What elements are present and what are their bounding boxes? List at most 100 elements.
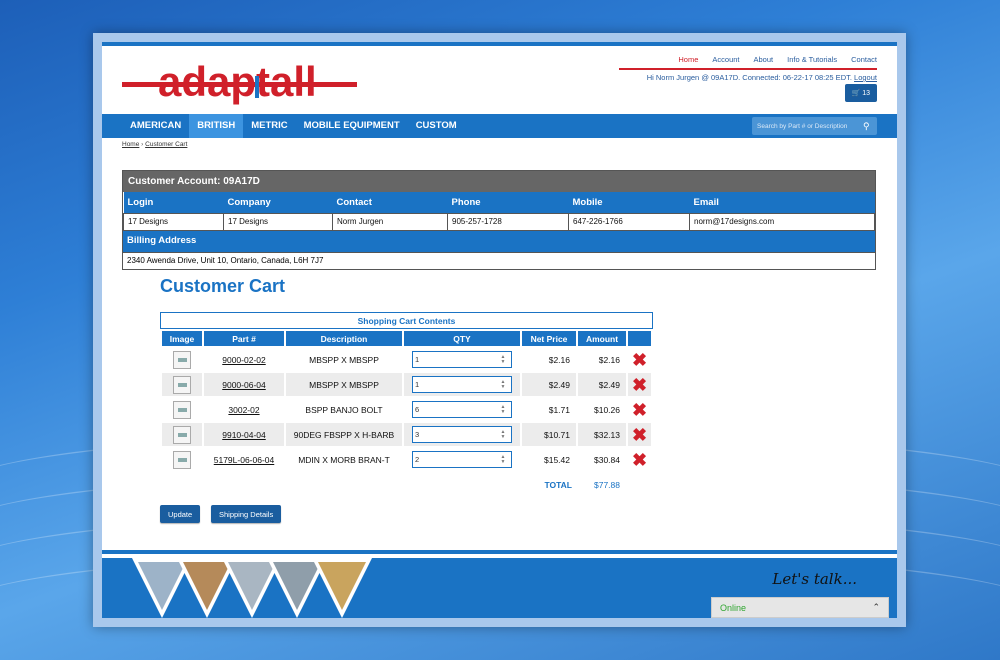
cart-button[interactable]: 🛒 13 [844,84,877,102]
part-thumbnail[interactable] [173,425,191,444]
part-description: MBSPP X MBSPP [286,373,402,396]
part-number-link[interactable]: 9910-04-04 [204,423,284,446]
cart-header-image: Image [162,331,202,346]
part-number-link[interactable]: 5179L-06-06-04 [204,448,284,471]
account-table: Login Company Contact Phone Mobile Email… [123,192,875,231]
nav-custom[interactable]: CUSTOM [408,114,465,138]
cart-table-wrapper: Shopping Cart Contents Image Part # Desc… [160,312,653,498]
spinner-arrows-icon[interactable]: ▲ ▼ [499,379,507,390]
account-header-company: Company [223,192,333,213]
chat-widget[interactable]: Online ⌃ [711,597,889,618]
search-icon[interactable]: ⚲ [863,121,870,132]
browser-frame: adaptall Home Account About Info & Tutor… [93,33,906,627]
cart-header-qty: QTY [404,331,520,346]
user-status-text: Hi Norm Jurgen @ 09A17D. Connected: 06-2… [646,73,852,82]
shipping-details-button[interactable]: Shipping Details [211,505,282,523]
amount: $30.84 [594,454,620,465]
update-button[interactable]: Update [160,505,201,523]
net-price: $15.42 [544,454,570,465]
footer-divider [102,550,897,554]
net-price: $2.16 [548,354,570,365]
breadcrumb-home[interactable]: Home [122,141,139,148]
part-description: BSPP BANJO BOLT [305,404,383,415]
account-company: 17 Designs [223,212,333,231]
table-row: 9910-04-04 90DEG FBSPP X H-BARB ▲▼ $10.7… [162,423,651,446]
total-label: TOTAL [544,479,572,490]
search-box: ⚲ [752,117,877,135]
nav-british[interactable]: BRITISH [189,114,244,138]
remove-item-icon[interactable]: ✖ [632,376,647,394]
svg-text:adaptall: adaptall [158,58,317,105]
adaptall-logo[interactable]: adaptall [122,56,357,112]
billing-address-value: 2340 Awenda Drive, Unit 10, Ontario, Can… [123,251,875,269]
chevron-up-icon[interactable]: ⌃ [872,602,880,613]
spinner-arrows-icon[interactable]: ▲ ▼ [499,354,507,365]
cart-header-part: Part # [204,331,284,346]
account-header-mobile: Mobile [568,192,690,213]
remove-item-icon[interactable]: ✖ [632,451,647,469]
spinner-arrows-icon[interactable]: ▲ ▼ [499,454,507,465]
top-links: Home Account About Info & Tutorials Cont… [678,55,877,64]
account-title: Customer Account: 09A17D [123,171,875,192]
page-title: Customer Cart [160,276,286,296]
net-price: $2.49 [522,373,576,396]
cart-count: 13 [862,90,870,97]
cart-header-remove [628,331,651,346]
chat-status: Online [720,602,747,613]
lets-talk-text: Let's talk... [772,570,857,588]
page: adaptall Home Account About Info & Tutor… [102,42,897,618]
cart-header-net-price: Net Price [522,331,576,346]
part-description: MDIN X MORB BRAN-T [298,454,390,465]
quantity-input[interactable] [413,455,499,464]
top-bar [102,42,897,46]
part-thumbnail[interactable] [173,375,191,394]
quantity-input[interactable] [413,355,499,364]
remove-item-icon[interactable]: ✖ [632,401,647,419]
toplink-about[interactable]: About [754,55,774,64]
part-thumbnail[interactable] [173,450,191,469]
net-price: $10.71 [522,423,576,446]
cart-icon: 🛒 [851,90,861,97]
quantity-stepper: ▲▼ [412,401,512,418]
account-phone: 905-257-1728 [447,212,569,231]
cart-header-amount: Amount [578,331,626,346]
part-description: MBSPP X MBSPP [309,354,379,365]
spinner-arrows-icon[interactable]: ▲ ▼ [499,429,507,440]
toplinks-divider [619,68,877,70]
table-row: 3002-02 BSPP BANJO BOLT ▲▼ $1.71 $10.26 … [162,398,651,421]
quantity-input[interactable] [413,380,499,389]
table-row: 9000-06-04 MBSPP X MBSPP ▲▼ $2.49 $2.49 … [162,373,651,396]
part-thumbnail[interactable] [173,400,191,419]
account-header-login: Login [123,192,224,213]
nav-mobile-equipment[interactable]: MOBILE EQUIPMENT [296,114,408,138]
part-thumbnail[interactable] [173,350,191,369]
quantity-input[interactable] [413,430,499,439]
quantity-stepper: ▲▼ [412,351,512,368]
amount: $10.26 [594,404,620,415]
user-status: Hi Norm Jurgen @ 09A17D. Connected: 06-2… [647,73,877,82]
toplink-info-tutorials[interactable]: Info & Tutorials [787,55,837,64]
breadcrumb-current[interactable]: Customer Cart [145,141,187,148]
nav-american[interactable]: AMERICAN [122,114,189,138]
amount: $32.13 [578,423,626,446]
quantity-input[interactable] [413,405,499,414]
nav-metric[interactable]: METRIC [243,114,295,138]
net-price: $1.71 [548,404,570,415]
remove-item-icon[interactable]: ✖ [632,426,647,444]
account-panel: Customer Account: 09A17D Login Company C… [122,170,876,270]
account-header-email: Email [689,192,875,213]
toplink-account[interactable]: Account [712,55,739,64]
toplink-contact[interactable]: Contact [851,55,877,64]
remove-item-icon[interactable]: ✖ [632,351,647,369]
part-number-link[interactable]: 9000-06-04 [204,373,284,396]
spinner-arrows-icon[interactable]: ▲ ▼ [499,404,507,415]
logout-link[interactable]: Logout [854,73,877,82]
part-number-link[interactable]: 9000-02-02 [204,348,284,371]
search-input[interactable] [752,122,860,130]
account-header-contact: Contact [332,192,448,213]
part-number-link[interactable]: 3002-02 [204,398,284,421]
cart-table: Image Part # Description QTY Net Price A… [160,329,653,498]
toplink-home[interactable]: Home [678,55,698,64]
cart-caption: Shopping Cart Contents [160,312,653,329]
cart-header-description: Description [286,331,402,346]
